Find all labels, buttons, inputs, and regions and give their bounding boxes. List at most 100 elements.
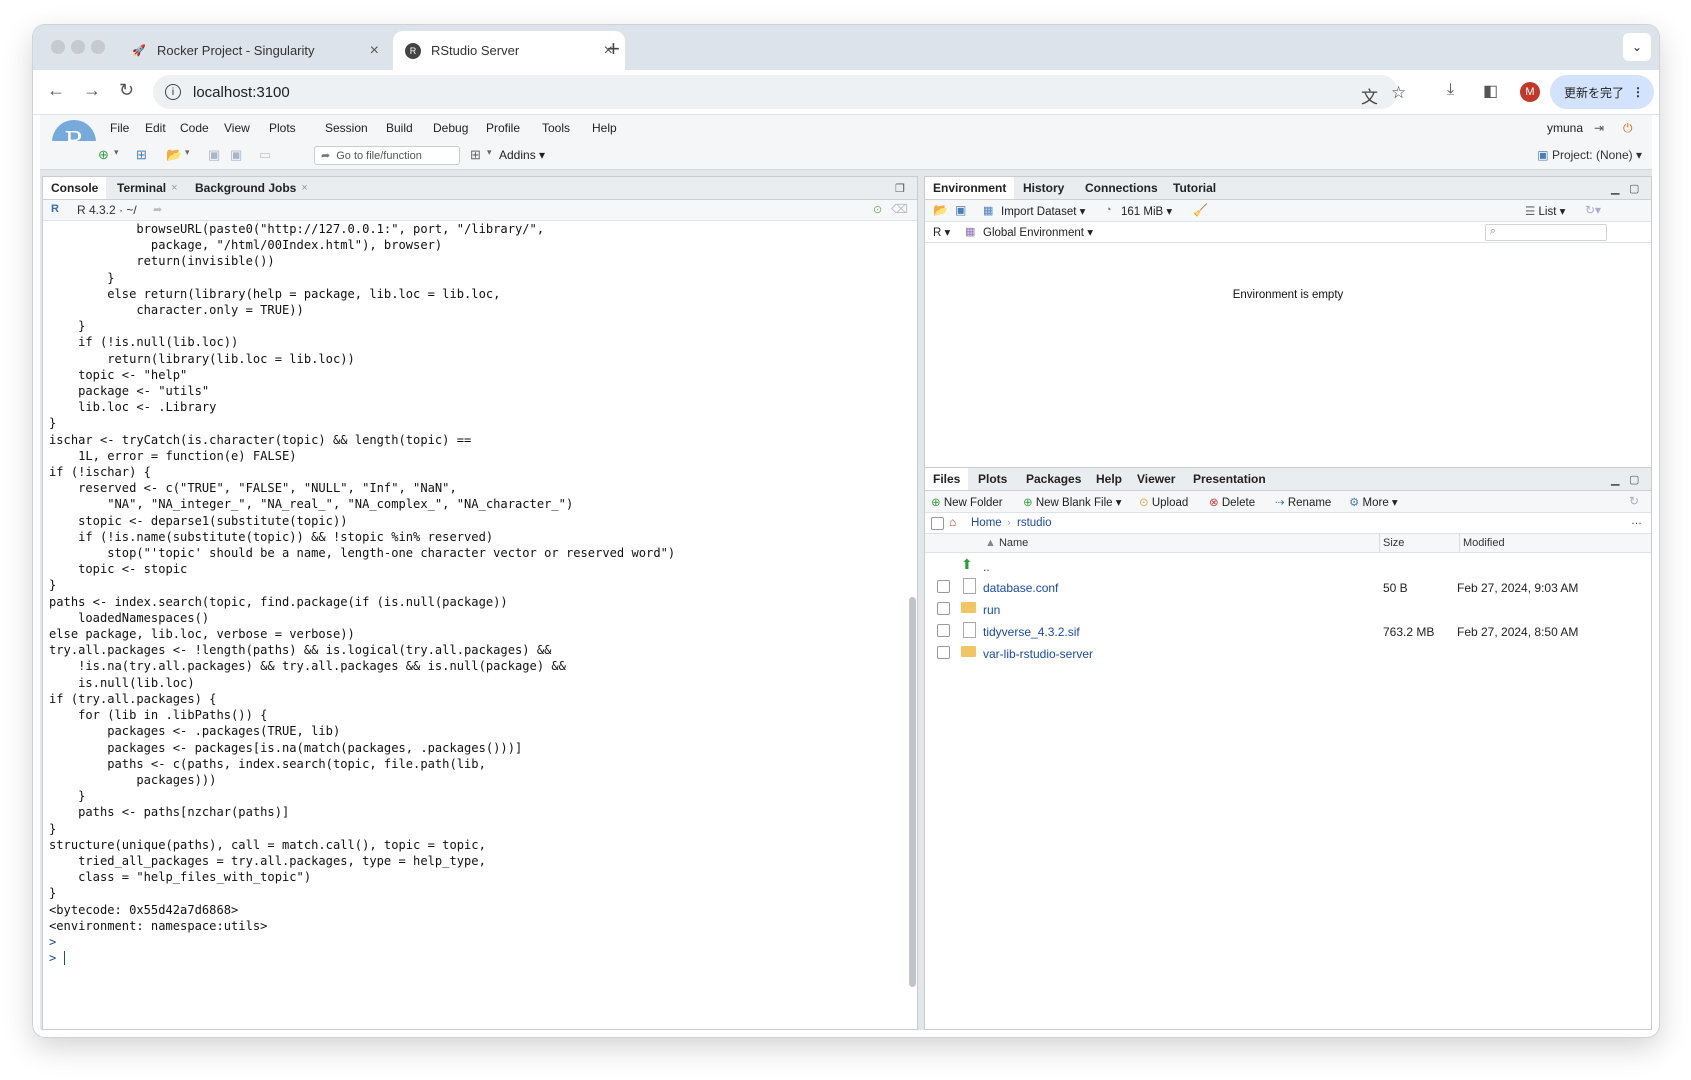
parent-directory-link[interactable]: .. [983,560,990,574]
console-scrollbar[interactable] [909,597,916,987]
reload-icon[interactable]: ↻ [119,80,134,101]
folder-link[interactable]: run [983,603,1000,617]
close-window-button[interactable] [51,40,65,54]
chevron-down-icon[interactable]: ▾ [487,147,492,158]
clear-broom-icon[interactable]: 🧹 [1193,203,1208,217]
refresh-icon[interactable]: ↻ [1629,494,1639,508]
menu-file[interactable]: File [110,121,129,135]
tab-connections[interactable]: Connections [1077,177,1166,199]
file-link[interactable]: tidyverse_4.3.2.sif [983,625,1080,639]
interrupt-icon[interactable]: ⊙ [873,203,882,216]
file-link[interactable]: database.conf [983,581,1058,595]
row-checkbox[interactable] [937,580,950,593]
select-all-checkbox[interactable] [931,517,944,530]
new-tab-icon[interactable]: + [607,36,620,62]
language-select[interactable]: R ▾ [933,225,950,239]
menu-view[interactable]: View [224,121,250,135]
save-all-icon[interactable]: ▣ [230,147,242,163]
tab-tutorial[interactable]: Tutorial [1165,177,1224,199]
project-menu[interactable]: ▣ Project: (None) ▾ [1537,148,1642,162]
view-mode-button[interactable]: ☰ List ▾ [1525,204,1565,218]
folder-link[interactable]: var-lib-rstudio-server [983,647,1093,661]
side-panel-icon[interactable]: ◧ [1483,81,1498,101]
clear-console-broom-icon[interactable]: ⌫ [891,202,908,216]
sign-out-icon[interactable]: ⇥ [1594,121,1604,135]
chevron-down-icon[interactable]: ▾ [114,147,119,158]
browser-tab-rocker[interactable]: 🚀 Rocker Project - Singularity × [119,31,391,70]
new-file-icon[interactable]: ⊕ [98,147,109,163]
import-dataset-button[interactable]: Import Dataset ▾ [1001,204,1085,218]
tab-files[interactable]: Files [925,468,969,490]
bookmark-star-icon[interactable]: ☆ [1391,83,1406,103]
delete-button[interactable]: ⊗ Delete [1209,495,1255,509]
more-dots-icon[interactable]: … [1631,515,1642,527]
load-workspace-icon[interactable]: 📂 [933,203,948,217]
console-input-line[interactable]: > [49,950,829,966]
browser-tab-rstudio[interactable]: R RStudio Server × [393,31,625,70]
row-checkbox[interactable] [937,602,950,615]
tab-history[interactable]: History [1015,177,1072,199]
open-file-icon[interactable]: 📂 [166,147,182,163]
close-tab-icon[interactable]: × [301,182,307,194]
save-workspace-icon[interactable]: ▣ [955,203,966,217]
memory-usage-button[interactable]: 161 MiB ▾ [1121,204,1172,218]
menu-tools[interactable]: Tools [542,121,570,135]
tab-background-jobs[interactable]: Background Jobs × [187,177,316,199]
tab-plots[interactable]: Plots [970,468,1015,490]
go-to-directory-icon[interactable]: ➦ [153,203,162,216]
menu-build[interactable]: Build [386,121,413,135]
save-icon[interactable]: ▣ [208,147,220,163]
maximize-pane-icon[interactable]: ▢ [1629,182,1639,195]
tab-environment[interactable]: Environment [925,177,1015,199]
power-icon[interactable]: ⏻ [1623,121,1633,136]
minimize-pane-icon[interactable]: ▁ [1611,182,1619,195]
tab-packages[interactable]: Packages [1018,468,1089,490]
breadcrumb-rstudio[interactable]: rstudio [1017,517,1052,529]
tab-presentation[interactable]: Presentation [1185,468,1274,490]
back-arrow-icon[interactable]: ← [47,80,65,101]
download-icon[interactable]: ⤓ [1447,81,1454,99]
column-size-header[interactable]: Size [1383,537,1404,549]
pane-layout-icon[interactable]: ⊞ [470,147,481,163]
site-info-icon[interactable]: i [165,84,181,100]
minimize-pane-icon[interactable]: ▁ [1611,473,1619,486]
tab-search-chevron-icon[interactable]: ⌄ [1623,33,1651,61]
menu-debug[interactable]: Debug [433,121,468,135]
environment-scope-select[interactable]: Global Environment ▾ [983,225,1093,239]
menu-edit[interactable]: Edit [145,121,166,135]
upload-button[interactable]: ⊙ Upload [1139,495,1188,509]
tab-viewer[interactable]: Viewer [1129,468,1183,490]
new-blank-file-button[interactable]: ⊕ New Blank File ▾ [1023,495,1122,509]
row-checkbox[interactable] [937,646,950,659]
menu-profile[interactable]: Profile [486,121,520,135]
column-name-header[interactable]: ▲ Name [985,537,1028,549]
forward-arrow-icon[interactable]: → [83,80,101,101]
url-text[interactable]: localhost:3100 [193,84,290,101]
close-tab-icon[interactable]: × [171,182,177,194]
chevron-down-icon[interactable]: ▾ [185,147,190,158]
more-button[interactable]: ⚙ More ▾ [1349,495,1398,509]
breadcrumb-home[interactable]: Home [971,517,1002,529]
menu-code[interactable]: Code [180,121,209,135]
restore-pane-icon[interactable]: ❐ [895,182,905,195]
goto-file-input[interactable]: ➦ Go to file/function [314,146,460,165]
console-output[interactable]: browseURL(paste0("http://127.0.0.1:", po… [49,221,829,966]
menu-help[interactable]: Help [592,121,617,135]
tab-terminal[interactable]: Terminal × [109,177,186,199]
zoom-window-button[interactable] [91,40,105,54]
column-modified-header[interactable]: Modified [1463,537,1505,549]
menu-session[interactable]: Session [325,121,368,135]
address-bar[interactable]: i localhost:3100 ⽂ ☆ [153,75,1406,109]
new-project-icon[interactable]: ⊞ [136,147,147,163]
minimize-window-button[interactable] [71,40,85,54]
print-icon[interactable]: ▭ [259,147,271,163]
addins-menu[interactable]: Addins ▾ [499,148,545,162]
menu-plots[interactable]: Plots [269,121,296,135]
rename-button[interactable]: ⇢ Rename [1275,495,1331,509]
new-folder-button[interactable]: ⊕ New Folder [931,495,1003,509]
row-checkbox[interactable] [937,624,950,637]
close-tab-icon[interactable]: × [370,42,379,60]
environment-search-input[interactable]: ⌕ [1485,224,1607,241]
profile-avatar[interactable]: M [1520,82,1540,102]
tab-console[interactable]: Console [43,177,107,199]
